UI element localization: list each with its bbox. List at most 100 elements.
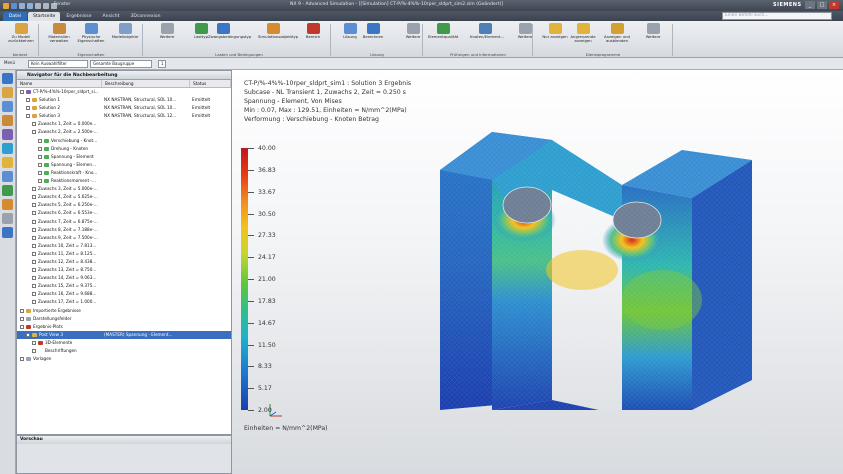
switch-window-button[interactable]: Fenster [54, 2, 70, 7]
minimize-button[interactable]: _ [805, 1, 815, 9]
tab-startseite[interactable]: Startseite [28, 12, 61, 21]
navigator-row[interactable]: Post View 3 (MASTER) Spannung - Element..… [17, 330, 231, 339]
assembly-scope-dropdown[interactable]: Gesamte Baugruppe [90, 60, 152, 68]
simulation-icon[interactable] [2, 101, 13, 112]
expand-toggle-icon[interactable] [20, 357, 24, 362]
tab-datei[interactable]: Datei [3, 12, 27, 21]
reuse-icon[interactable] [2, 199, 13, 210]
web-icon[interactable] [2, 143, 13, 154]
navigator-row[interactable]: Zuwachs 10, Zeit = 7.813... [17, 242, 231, 250]
navigator-row[interactable]: Ergebnis-Plots [17, 323, 231, 331]
ribbon-button-elementqualität[interactable]: Elementqualität [428, 23, 458, 39]
navigator-row[interactable]: Beschriftungen [17, 347, 231, 355]
navigator-row[interactable]: Zuwachs 15, Zeit = 9.375... [17, 282, 231, 290]
tab-ansicht[interactable]: Ansicht [98, 12, 125, 21]
ribbon-button-anzeigen-und-ausblenden[interactable]: Anzeigen und ausblenden [602, 23, 632, 43]
ribbon-button-weitere[interactable]: Weitere [152, 23, 182, 39]
palette-icon[interactable] [2, 157, 13, 168]
menu-button[interactable]: Menü [2, 60, 26, 68]
navigator-row[interactable]: Zuwachs 17, Zeit = 1.000... [17, 298, 231, 306]
navigator-row[interactable]: Zuwachs 7, Zeit = 6.875e-... [17, 218, 231, 226]
expand-toggle-icon[interactable] [32, 203, 36, 208]
navigator-row[interactable]: Solution 3 NX NASTRAN, Structural, SOL 12… [17, 112, 231, 120]
expand-toggle-icon[interactable] [38, 138, 42, 143]
roles-icon[interactable] [2, 129, 13, 140]
column-header-status[interactable]: Status [190, 80, 231, 87]
expand-toggle-icon[interactable] [32, 259, 36, 264]
ribbon-button-angrenzende-anzeigen[interactable]: Angrenzende anzeigen [568, 23, 598, 43]
expand-toggle-icon[interactable] [32, 284, 36, 289]
ribbon-button-weitere[interactable]: Weitere [638, 23, 668, 39]
navigator-row[interactable]: Zuwachs 13, Zeit = 8.750... [17, 266, 231, 274]
ribbon-button-zwangsbedingungstyp[interactable]: Zwangsbedingungstyp [208, 23, 251, 39]
navigator-row[interactable]: Reaktionskraft - Kno... [17, 169, 231, 177]
expand-toggle-icon[interactable] [32, 219, 36, 224]
expand-toggle-icon[interactable] [32, 235, 36, 240]
navigator-row[interactable]: Zuwachs 11, Zeit = 8.125... [17, 250, 231, 258]
ribbon-button-materialien-verwalten[interactable]: Materialien verwalten [44, 23, 74, 43]
navigator-row[interactable]: CT-P/%-4%%-10rper_sldprt_si... [17, 88, 231, 96]
expand-toggle-icon[interactable] [26, 106, 30, 111]
tab-3dconnexion[interactable]: 3Dconnexion [126, 12, 166, 21]
close-button[interactable]: × [829, 1, 839, 9]
expand-toggle-icon[interactable] [26, 332, 30, 337]
ribbon-button-weitere[interactable]: Weitere [510, 23, 540, 39]
app-logo-icon[interactable] [3, 2, 9, 9]
preview-title[interactable]: Vorschau [17, 436, 231, 444]
history-icon[interactable] [2, 115, 13, 126]
cut-icon[interactable] [35, 2, 41, 9]
column-header-name[interactable]: Name [17, 80, 102, 87]
expand-toggle-icon[interactable] [38, 170, 42, 175]
part-icon[interactable] [2, 87, 13, 98]
ribbon-button-physische-eigenschaften[interactable]: Physische Eigenschaften [76, 23, 106, 43]
copy-icon[interactable] [43, 2, 49, 9]
expand-toggle-icon[interactable] [26, 98, 30, 103]
navigator-icon[interactable] [2, 73, 13, 84]
expand-toggle-icon[interactable] [38, 146, 42, 151]
type-filter-dropdown[interactable]: Kein Auswahlfilter [28, 60, 88, 68]
expand-toggle-icon[interactable] [32, 130, 36, 135]
expand-toggle-icon[interactable] [32, 251, 36, 256]
maximize-button[interactable]: □ [817, 1, 827, 9]
expand-toggle-icon[interactable] [32, 268, 36, 273]
expand-toggle-icon[interactable] [32, 349, 36, 353]
expand-toggle-icon[interactable] [32, 122, 36, 127]
navigator-row[interactable]: Zuwachs 12, Zeit = 8.438... [17, 258, 231, 266]
navigator-row[interactable]: Solution 1 NX NASTRAN, Structural, SOL 10… [17, 96, 231, 104]
ribbon-button-zu-modell-zurückkehren[interactable]: Zu Modell zurückkehren [6, 23, 36, 43]
navigator-row[interactable]: Verschiebung - Knot... [17, 137, 231, 145]
undo-icon[interactable] [19, 2, 25, 9]
ribbon-button-berechnen[interactable]: Berechnen [358, 23, 388, 39]
ribbon-button-weitere[interactable]: Weitere [398, 23, 428, 39]
fem-stress-model[interactable] [432, 110, 812, 410]
navigator-row[interactable]: Zuwachs 5, Zeit = 6.250e-... [17, 201, 231, 209]
expand-toggle-icon[interactable] [38, 179, 42, 184]
results-icon[interactable] [2, 185, 13, 196]
system-icon[interactable] [2, 213, 13, 224]
expand-toggle-icon[interactable] [32, 300, 36, 305]
help-icon[interactable] [2, 227, 13, 238]
expand-toggle-icon[interactable] [32, 276, 36, 281]
redo-icon[interactable] [27, 2, 33, 9]
navigator-row[interactable]: Solution 2 NX NASTRAN, Structural, SOL 10… [17, 104, 231, 112]
save-icon[interactable] [11, 2, 17, 9]
expand-toggle-icon[interactable] [20, 316, 24, 321]
expand-toggle-icon[interactable] [32, 243, 36, 248]
navigator-row[interactable]: Zuwachs 6, Zeit = 6.553e-... [17, 209, 231, 217]
clock-icon[interactable] [2, 171, 13, 182]
navigator-row[interactable]: Zuwachs 14, Zeit = 9.063... [17, 274, 231, 282]
ribbon-button-modellobjekte[interactable]: Modellobjekte [110, 23, 140, 39]
expand-toggle-icon[interactable] [32, 211, 36, 216]
expand-toggle-icon[interactable] [38, 162, 42, 167]
expand-toggle-icon[interactable] [32, 340, 36, 345]
navigator-row[interactable]: Zuwachs 9, Zeit = 7.500e-... [17, 234, 231, 242]
ribbon-button-simulationsobjekttyp[interactable]: Simulationsobjekttyp [258, 23, 298, 39]
navigator-row[interactable]: Vorlagen [17, 355, 231, 363]
navigator-row[interactable]: Zuwachs 16, Zeit = 9.688... [17, 290, 231, 298]
navigator-row[interactable]: Reaktionsmoment -... [17, 177, 231, 185]
expand-toggle-icon[interactable] [26, 114, 30, 119]
expand-toggle-icon[interactable] [32, 227, 36, 232]
ribbon-button-nur-anzeigen[interactable]: Nur anzeigen [540, 23, 570, 39]
expand-toggle-icon[interactable] [32, 292, 36, 297]
navigator-row[interactable]: Drehung - Knoten [17, 145, 231, 153]
